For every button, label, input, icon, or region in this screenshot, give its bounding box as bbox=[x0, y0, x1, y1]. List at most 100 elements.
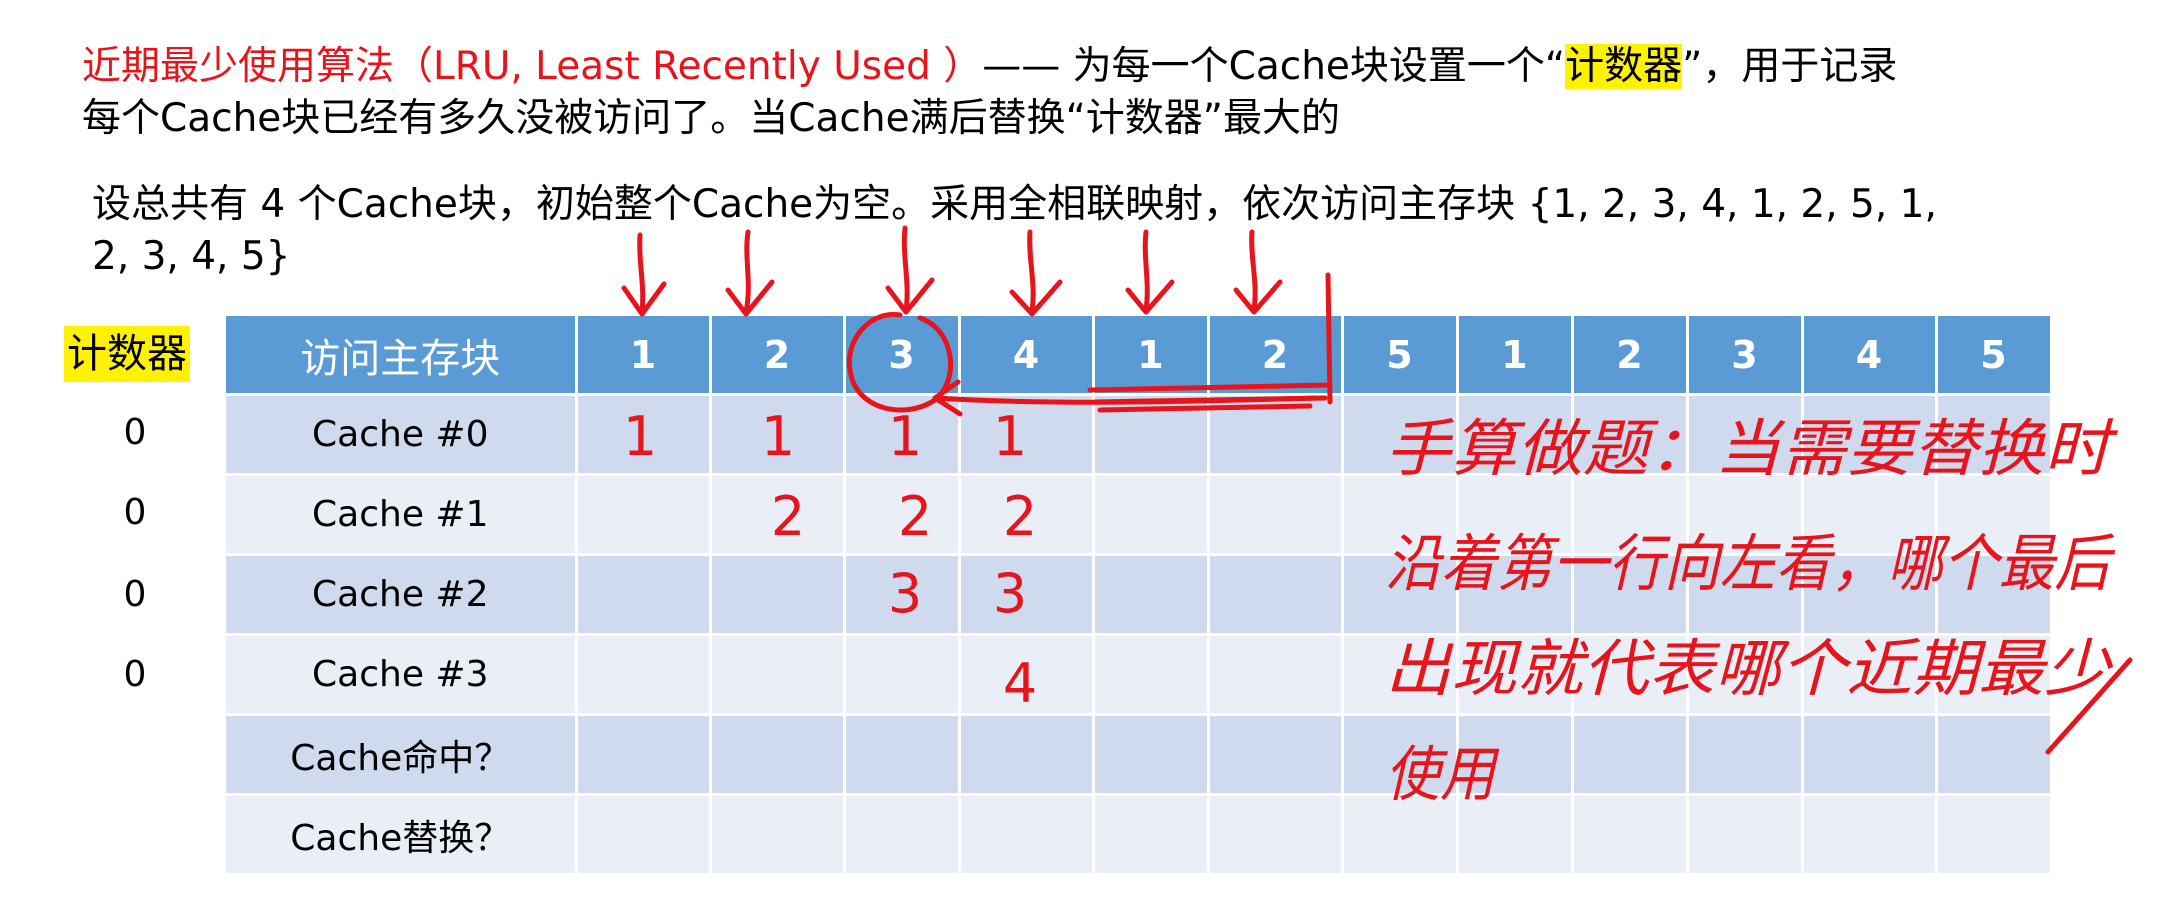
table-cell bbox=[1936, 554, 2053, 636]
table-cell bbox=[1572, 474, 1689, 556]
lru-table: 访问主存块 1 2 3 4 1 2 5 1 2 3 4 5 Cache #0 C… bbox=[226, 316, 2053, 876]
table-cell bbox=[576, 634, 712, 716]
down-arrow-6 bbox=[1233, 229, 1283, 315]
table-cell bbox=[1457, 634, 1574, 716]
table-cell bbox=[1093, 794, 1210, 876]
counter-highlight: 计数器 bbox=[1565, 44, 1683, 89]
table-cell bbox=[1687, 554, 1804, 636]
table-cell bbox=[1687, 794, 1804, 876]
table-cell bbox=[959, 474, 1095, 556]
table-cell bbox=[1802, 794, 1938, 876]
cache-row-1: Cache #1 bbox=[226, 474, 2053, 556]
table-cell bbox=[1802, 714, 1938, 796]
table-cell bbox=[1457, 794, 1574, 876]
access-block-header: 访问主存块 bbox=[226, 316, 578, 396]
table-cell bbox=[710, 714, 846, 796]
table-cell bbox=[959, 714, 1095, 796]
counter-value-3: 0 bbox=[123, 654, 147, 695]
down-arrow-1 bbox=[621, 232, 667, 317]
row-label-cache-2: Cache #2 bbox=[226, 554, 578, 636]
row-label-cache-3: Cache #3 bbox=[226, 634, 578, 716]
table-cell bbox=[710, 634, 846, 716]
table-cell bbox=[710, 474, 846, 556]
sequence-cell-12: 5 bbox=[1936, 316, 2053, 396]
table-cell bbox=[710, 794, 846, 876]
sequence-cell-2: 2 bbox=[710, 316, 846, 396]
table-cell bbox=[1572, 394, 1689, 476]
down-arrow-4 bbox=[1009, 229, 1063, 317]
table-cell bbox=[1802, 474, 1938, 556]
table-cell bbox=[1208, 474, 1344, 556]
table-cell bbox=[710, 554, 846, 636]
table-cell bbox=[1093, 474, 1210, 556]
table-cell bbox=[1342, 794, 1459, 876]
table-cell bbox=[959, 554, 1095, 636]
row-label-cache-0: Cache #0 bbox=[226, 394, 578, 476]
table-cell bbox=[1936, 794, 2053, 876]
table-cell bbox=[576, 794, 712, 876]
table-cell bbox=[1093, 554, 1210, 636]
problem-line-1: 设总共有 4 个Cache块，初始整个Cache为空。采用全相联映射，依次访问主… bbox=[92, 182, 1937, 227]
table-cell bbox=[1936, 714, 2053, 796]
table-cell bbox=[1208, 714, 1344, 796]
row-label-cache-1: Cache #1 bbox=[226, 474, 578, 556]
table-cell bbox=[1687, 714, 1804, 796]
table-cell bbox=[844, 714, 961, 796]
note-bracket-stroke bbox=[2045, 657, 2133, 755]
table-cell bbox=[844, 474, 961, 556]
sequence-cell-11: 4 bbox=[1802, 316, 1938, 396]
table-cell bbox=[1342, 714, 1459, 796]
table-cell bbox=[844, 394, 961, 476]
sequence-cell-7: 5 bbox=[1342, 316, 1459, 396]
sequence-cell-10: 3 bbox=[1687, 316, 1804, 396]
problem-line-2: 2, 3, 4, 5} bbox=[92, 234, 291, 279]
table-cell bbox=[1687, 634, 1804, 716]
table-cell bbox=[1802, 554, 1938, 636]
lru-title: 近期最少使用算法（LRU, Least Recently Used ） bbox=[82, 44, 983, 89]
sequence-cell-6: 2 bbox=[1208, 316, 1344, 396]
table-cell bbox=[1093, 634, 1210, 716]
table-cell bbox=[1936, 474, 2053, 556]
cache-hit-row: Cache命中？ bbox=[226, 714, 2053, 796]
table-cell bbox=[1936, 634, 2053, 716]
header-row: 访问主存块 1 2 3 4 1 2 5 1 2 3 4 5 bbox=[226, 316, 2053, 396]
table-cell bbox=[576, 554, 712, 636]
table-cell bbox=[1687, 474, 1804, 556]
counter-value-2: 0 bbox=[123, 574, 147, 615]
table-cell bbox=[1572, 794, 1689, 876]
sequence-cell-1: 1 bbox=[576, 316, 712, 396]
table-cell bbox=[1572, 714, 1689, 796]
table-cell bbox=[1208, 394, 1344, 476]
table-cell bbox=[1802, 634, 1938, 716]
cache-row-2: Cache #2 bbox=[226, 554, 2053, 636]
counter-value-0: 0 bbox=[123, 412, 147, 453]
sequence-cell-4: 4 bbox=[959, 316, 1095, 396]
sequence-cell-5: 1 bbox=[1093, 316, 1210, 396]
title-dash-text: —— 为每一个Cache块设置一个“ bbox=[982, 44, 1566, 89]
table-cell bbox=[1457, 714, 1574, 796]
counter-label: 计数器 bbox=[64, 326, 190, 382]
table-cell bbox=[1093, 714, 1210, 796]
cache-replace-row: Cache替换？ bbox=[226, 794, 2053, 876]
table-cell bbox=[844, 554, 961, 636]
sequence-cell-8: 1 bbox=[1457, 316, 1574, 396]
table-cell bbox=[1572, 554, 1689, 636]
title-line-2: 每个Cache块已经有多久没被访问了。当Cache满后替换“计数器”最大的 bbox=[82, 96, 1340, 141]
table-cell bbox=[1572, 634, 1689, 716]
title-end-text: ”，用于记录 bbox=[1682, 44, 1898, 89]
table-cell bbox=[1802, 394, 1938, 476]
table-cell bbox=[1457, 554, 1574, 636]
counter-value-1: 0 bbox=[123, 492, 147, 533]
row-label-cache-replace: Cache替换？ bbox=[226, 794, 578, 876]
table-cell bbox=[1093, 394, 1210, 476]
table-cell bbox=[1208, 634, 1344, 716]
table-cell bbox=[1342, 634, 1459, 716]
table-cell bbox=[1687, 394, 1804, 476]
table-cell bbox=[1342, 474, 1459, 556]
table-cell bbox=[1936, 394, 2053, 476]
down-arrow-5 bbox=[1125, 229, 1175, 315]
sequence-cell-3: 3 bbox=[844, 316, 961, 396]
table-cell bbox=[1208, 794, 1344, 876]
row-label-cache-hit: Cache命中？ bbox=[226, 714, 578, 796]
cache-row-0: Cache #0 bbox=[226, 394, 2053, 476]
